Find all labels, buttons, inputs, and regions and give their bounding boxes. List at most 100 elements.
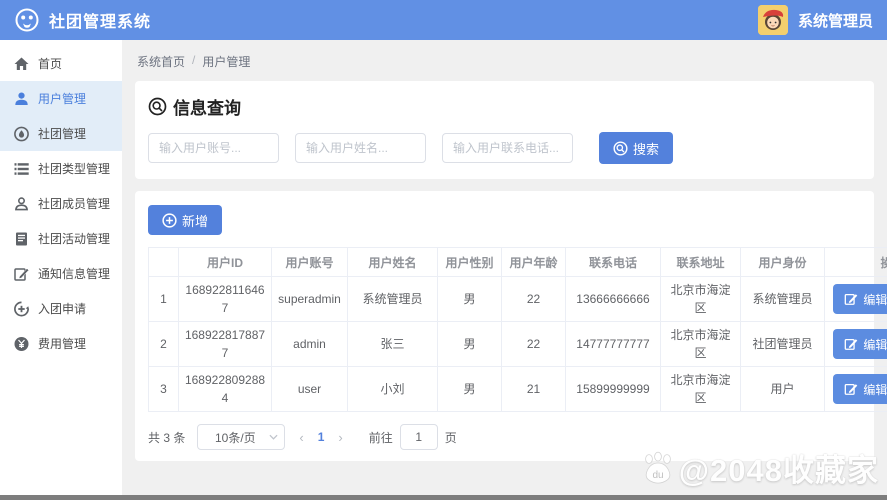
table-row: 3 1689228092884 user 小刘 男 21 15899999999… <box>149 367 887 412</box>
sidebar-item-fee-management[interactable]: 费用管理 <box>0 326 122 361</box>
page-size-value: 10条/页 <box>215 429 256 446</box>
table-header-row: 用户ID用户账号用户姓名用户性别用户年龄联系电话联系地址用户身份操作处理 <box>149 248 887 277</box>
sidebar-item-label: 用户管理 <box>38 90 86 107</box>
magnifier-icon <box>148 97 167 116</box>
user-address-cell: 北京市海淀区 <box>661 367 741 412</box>
user-phone-cell: 14777777777 <box>566 322 661 367</box>
user-icon <box>13 91 30 107</box>
edit-button[interactable]: 编辑 <box>833 374 887 404</box>
user-age-cell: 21 <box>502 367 566 412</box>
fee-icon <box>13 336 30 352</box>
pagination-total: 共 3 条 <box>148 429 185 446</box>
column-header: 联系地址 <box>661 248 741 277</box>
goto-page-input[interactable] <box>400 424 438 450</box>
user-gender-cell: 男 <box>438 322 502 367</box>
table-card: 新增 用户ID用户账号用户姓名用户性别用户年龄联系电话联系地址用户身份操作处理 … <box>135 191 874 461</box>
row-actions-cell: 编辑 删除 <box>825 322 887 367</box>
edit-button-label: 编辑 <box>863 291 887 308</box>
app-header: 社团管理系统 系统管理员 <box>0 0 887 40</box>
column-header: 用户身份 <box>741 248 825 277</box>
sidebar-item-membership-application[interactable]: 入团申请 <box>0 291 122 326</box>
name-search-input[interactable] <box>295 133 426 163</box>
column-header: 操作处理 <box>825 248 887 277</box>
page-size-select[interactable]: 10条/页 <box>197 424 285 450</box>
user-age-cell: 22 <box>502 322 566 367</box>
column-header: 联系电话 <box>566 248 661 277</box>
breadcrumb: 系统首页 / 用户管理 <box>137 53 872 70</box>
column-header: 用户性别 <box>438 248 502 277</box>
app-logo-icon <box>14 7 40 33</box>
sidebar: 首页 用户管理 社团管理 <box>0 40 122 500</box>
add-button-label: 新增 <box>182 211 208 230</box>
table-row: 1 1689228116467 superadmin 系统管理员 男 22 13… <box>149 277 887 322</box>
user-address-cell: 北京市海淀区 <box>661 322 741 367</box>
user-age-cell: 22 <box>502 277 566 322</box>
column-header: 用户年龄 <box>502 248 566 277</box>
row-index: 1 <box>149 277 179 322</box>
avatar-image <box>758 5 788 35</box>
sidebar-item-club-activity-management[interactable]: 社团活动管理 <box>0 221 122 256</box>
user-phone-cell: 13666666666 <box>566 277 661 322</box>
edit-button[interactable]: 编辑 <box>833 284 887 314</box>
page-unit-label: 页 <box>445 429 457 446</box>
sidebar-item-club-type-management[interactable]: 社团类型管理 <box>0 151 122 186</box>
user-gender-cell: 男 <box>438 367 502 412</box>
sidebar-item-label: 社团活动管理 <box>38 230 110 247</box>
activity-icon <box>13 231 30 247</box>
search-button[interactable]: 搜索 <box>599 132 673 164</box>
search-card-title: 信息查询 <box>173 94 241 119</box>
user-identity-cell: 用户 <box>741 367 825 412</box>
column-header: 用户ID <box>179 248 272 277</box>
user-id-cell: 1689228092884 <box>179 367 272 412</box>
main-content: 系统首页 / 用户管理 信息查询 <box>122 40 887 500</box>
current-page-number[interactable]: 1 <box>318 430 325 444</box>
phone-search-input[interactable] <box>442 133 573 163</box>
member-icon <box>13 196 30 212</box>
breadcrumb-home[interactable]: 系统首页 <box>137 53 185 70</box>
sidebar-item-notice-management[interactable]: 通知信息管理 <box>0 256 122 291</box>
user-id-cell: 1689228178877 <box>179 322 272 367</box>
user-role-label[interactable]: 系统管理员 <box>798 10 873 31</box>
account-search-input[interactable] <box>148 133 279 163</box>
user-account-cell: superadmin <box>272 277 348 322</box>
next-page-button[interactable]: › <box>338 430 342 445</box>
notice-edit-icon <box>13 266 30 282</box>
breadcrumb-current: 用户管理 <box>202 53 250 70</box>
apply-icon <box>13 301 30 317</box>
search-card: 信息查询 搜索 <box>135 81 874 179</box>
edit-icon <box>844 382 858 396</box>
user-gender-cell: 男 <box>438 277 502 322</box>
list-icon <box>13 161 30 177</box>
goto-label: 前往 <box>369 429 393 446</box>
row-actions-cell: 编辑 删除 <box>825 277 887 322</box>
sidebar-item-home[interactable]: 首页 <box>0 46 122 81</box>
users-table: 用户ID用户账号用户姓名用户性别用户年龄联系电话联系地址用户身份操作处理 1 1… <box>148 247 887 412</box>
sidebar-item-label: 费用管理 <box>38 335 86 352</box>
sidebar-item-club-member-management[interactable]: 社团成员管理 <box>0 186 122 221</box>
edit-button-label: 编辑 <box>863 381 887 398</box>
sidebar-item-user-management[interactable]: 用户管理 <box>0 81 122 116</box>
app-window: 社团管理系统 系统管理员 <box>0 0 887 500</box>
chevron-down-icon <box>269 434 278 440</box>
user-identity-cell: 系统管理员 <box>741 277 825 322</box>
sidebar-item-label: 社团管理 <box>38 125 86 142</box>
user-id-cell: 1689228116467 <box>179 277 272 322</box>
search-button-label: 搜索 <box>633 139 659 158</box>
edit-button[interactable]: 编辑 <box>833 329 887 359</box>
bottom-scrollbar[interactable] <box>0 495 887 500</box>
sidebar-item-label: 社团成员管理 <box>38 195 110 212</box>
sidebar-item-label: 通知信息管理 <box>38 265 110 282</box>
table-row: 2 1689228178877 admin 张三 男 22 1477777777… <box>149 322 887 367</box>
row-index: 2 <box>149 322 179 367</box>
search-button-icon <box>613 141 628 156</box>
user-identity-cell: 社团管理员 <box>741 322 825 367</box>
column-header <box>149 248 179 277</box>
home-icon <box>13 56 30 72</box>
prev-page-button[interactable]: ‹ <box>299 430 303 445</box>
edit-icon <box>844 337 858 351</box>
user-name-cell: 小刘 <box>348 367 438 412</box>
add-button[interactable]: 新增 <box>148 205 222 235</box>
sidebar-item-club-management[interactable]: 社团管理 <box>0 116 122 151</box>
user-avatar[interactable] <box>758 5 788 35</box>
user-phone-cell: 15899999999 <box>566 367 661 412</box>
